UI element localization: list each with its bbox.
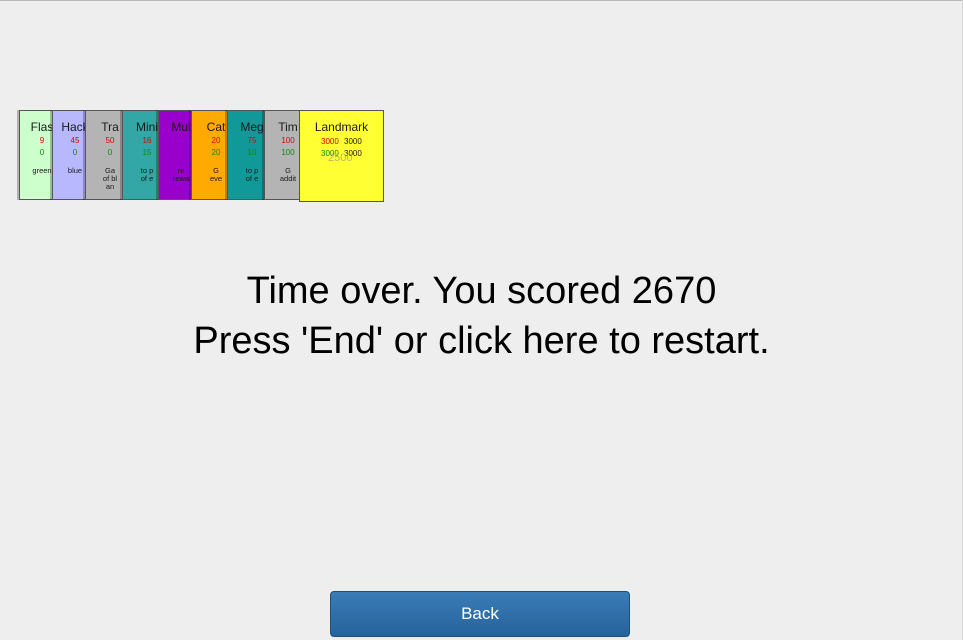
game-over-message[interactable]: Time over. You scored 2670 Press 'End' o… [0, 266, 963, 366]
back-button[interactable]: Back [330, 591, 630, 637]
card-landmark[interactable]: Landmark 3000 3000 3000 3000 2500 [299, 110, 384, 202]
card-row: Flas 9 0 green Hack 45 0 blue Tra 50 0 G… [19, 110, 385, 202]
top-border [0, 0, 963, 1]
landmark-faded-number: 2500 [328, 152, 353, 164]
landmark-title: Landmark [314, 120, 369, 134]
restart-line: Press 'End' or click here to restart. [193, 320, 770, 362]
landmark-cost-secondary: 3000 [344, 137, 362, 146]
landmark-cost: 3000 [321, 137, 339, 146]
score-line: Time over. You scored 2670 [246, 270, 717, 312]
